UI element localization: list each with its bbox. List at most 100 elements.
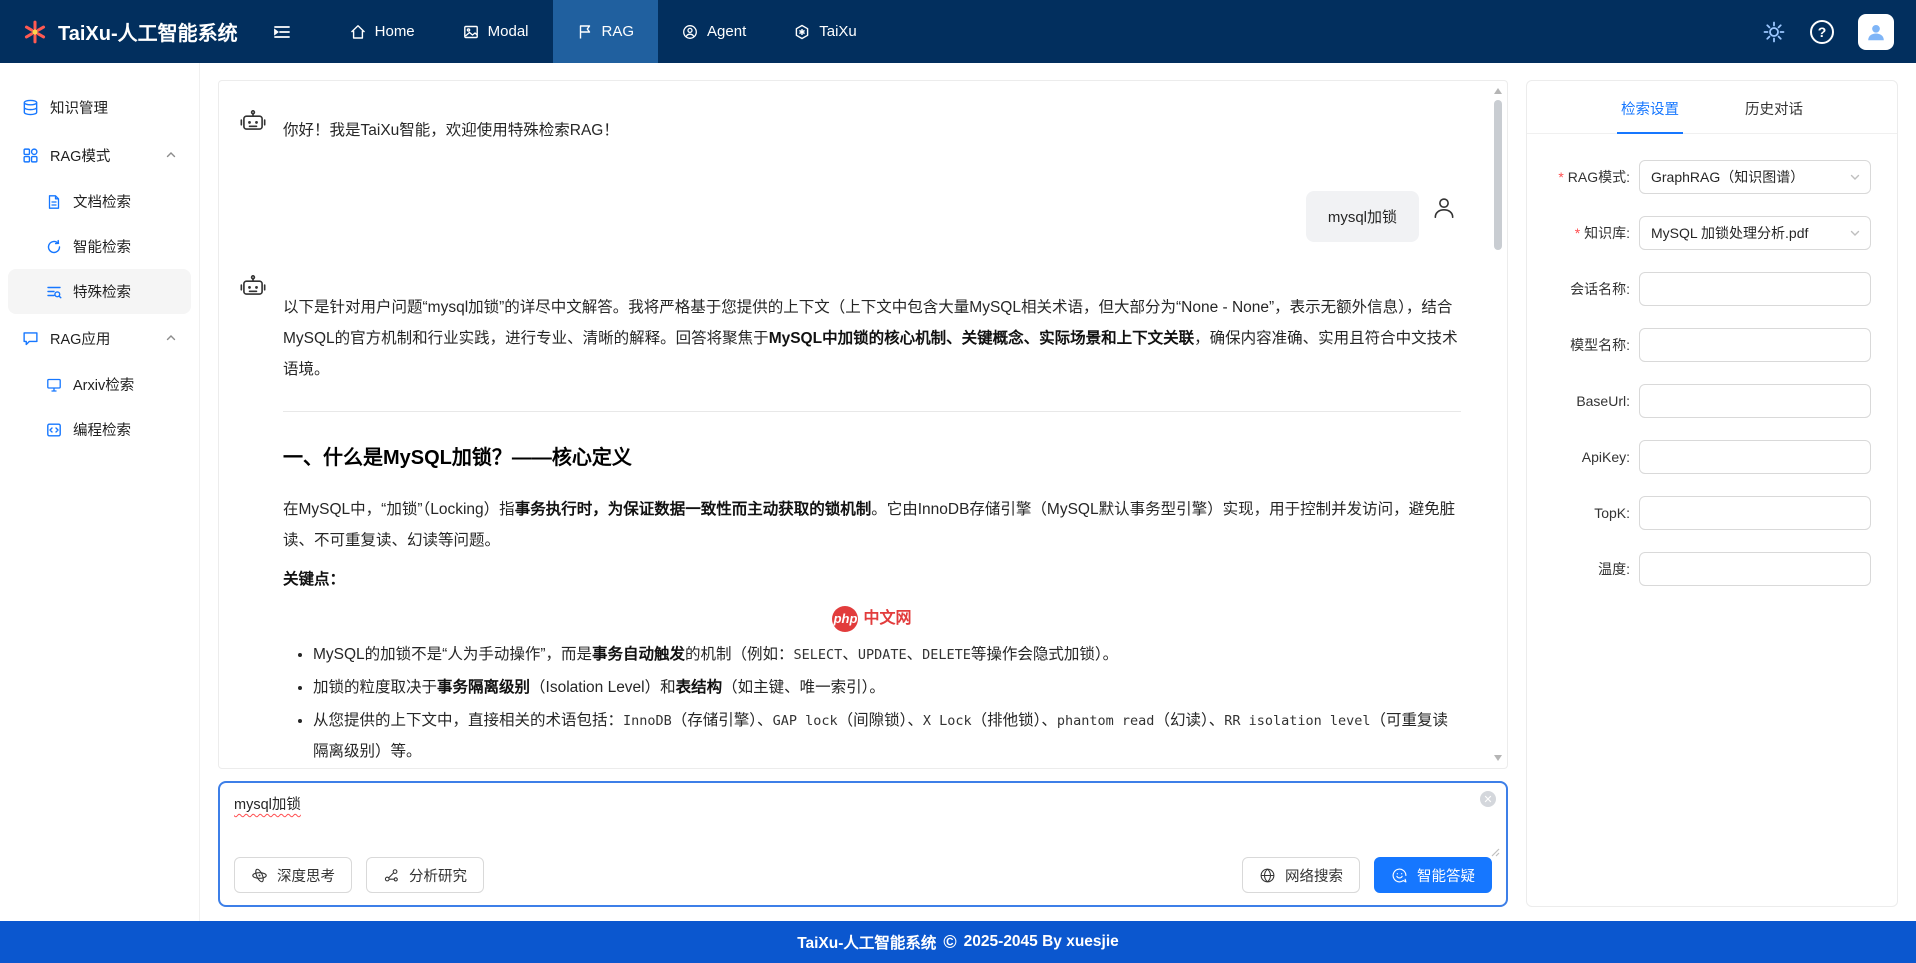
bot-answer-markdown: 以下是针对用户问题“mysql加锁”的详尽中文解答。我将严格基于您提供的上下文（…	[283, 272, 1461, 769]
knowledge-base-select[interactable]: MySQL 加锁处理分析.pdf	[1639, 216, 1871, 250]
web-search-button[interactable]: 网络搜索	[1242, 857, 1360, 893]
analyze-research-label: 分析研究	[409, 865, 467, 886]
smart-answer-button[interactable]: 智能答疑	[1374, 857, 1492, 893]
robot-avatar-icon	[239, 272, 269, 769]
chat-input-container: mysql加锁 ✕ 深度思考 分析研究	[218, 781, 1508, 907]
form-row-model-name: 模型名称:	[1527, 328, 1871, 362]
sidebar-item-knowledge[interactable]: 知识管理	[8, 83, 191, 131]
scroll-up-arrow[interactable]	[1494, 88, 1502, 94]
user-avatar[interactable]	[1858, 14, 1894, 50]
nav-item-label: TaiXu	[819, 23, 857, 40]
temperature-label: 温度:	[1527, 559, 1639, 579]
app-logo[interactable]: TaiXu-人工智能系统	[22, 17, 238, 46]
chat-smile-icon	[1391, 867, 1408, 884]
form-row-session-name: 会话名称:	[1527, 272, 1871, 306]
list-search-icon	[46, 284, 62, 300]
model-name-label: 模型名称:	[1527, 335, 1639, 355]
nav-item-agent[interactable]: Agent	[658, 0, 770, 63]
sidebar-item-label: 智能检索	[73, 236, 131, 257]
nav-item-label: Agent	[707, 23, 746, 40]
rag-mode-label: RAG模式:	[1527, 167, 1639, 187]
nav-item-modal[interactable]: Modal	[439, 0, 553, 63]
model-name-input[interactable]	[1639, 328, 1871, 362]
chevron-down-icon	[1849, 171, 1861, 183]
chat-input[interactable]: mysql加锁	[234, 793, 1492, 849]
sidebar-group-rag-mode[interactable]: RAG模式	[8, 131, 191, 179]
sidebar-group-label: RAG模式	[50, 145, 110, 166]
copyright-icon: ©	[943, 932, 956, 953]
answer-keypoint-label: 关键点：	[283, 564, 1461, 595]
form-row-knowledge-base: 知识库: MySQL 加锁处理分析.pdf	[1527, 216, 1871, 250]
rag-mode-value: GraphRAG（知识图谱）	[1651, 167, 1804, 187]
analyze-research-button[interactable]: 分析研究	[366, 857, 484, 893]
content-area: 知识管理 RAG模式 文档检索 智能检索	[0, 63, 1916, 921]
code-icon	[46, 422, 62, 438]
rag-mode-select[interactable]: GraphRAG（知识图谱）	[1639, 160, 1871, 194]
answer-bullet-list: MySQL的加锁不是“人为手动操作”，而是事务自动触发的机制（例如：SELECT…	[313, 639, 1461, 767]
tab-retrieval-settings[interactable]: 检索设置	[1617, 81, 1683, 133]
footer-brand: TaiXu-人工智能系统	[797, 931, 936, 953]
logo-flower-icon	[22, 19, 48, 45]
answer-intro: 以下是针对用户问题“mysql加锁”的详尽中文解答。我将严格基于您提供的上下文（…	[283, 292, 1461, 385]
nav-item-taixu[interactable]: TaiXu	[770, 0, 881, 63]
resize-handle-icon[interactable]	[1490, 847, 1500, 857]
chat-main: 你好！我是TaiXu智能，欢迎使用特殊检索RAG！ mysql加锁 以下是针对用…	[200, 63, 1526, 921]
sidebar-item-label: Arxiv检索	[73, 374, 134, 395]
temperature-input[interactable]	[1639, 552, 1871, 586]
chat-bubble-icon	[22, 330, 39, 347]
robot-avatar-icon	[239, 107, 269, 143]
sidebar-item-arxiv-search[interactable]: Arxiv检索	[8, 362, 191, 407]
bot-greeting-text: 你好！我是TaiXu智能，欢迎使用特殊检索RAG！	[283, 107, 1461, 143]
chevron-up-icon	[165, 149, 177, 161]
user-message: mysql加锁	[239, 191, 1461, 242]
sidebar-toggle-icon[interactable]	[272, 22, 292, 42]
form-row-rag-mode: RAG模式: GraphRAG（知识图谱）	[1527, 160, 1871, 194]
globe-icon	[1259, 867, 1276, 884]
bullet-item: 从您提供的上下文中，直接相关的术语包括：InnoDB（存储引擎）、GAP loc…	[313, 705, 1461, 767]
database-icon	[22, 99, 39, 116]
sidebar-item-special-search[interactable]: 特殊检索	[8, 269, 191, 314]
app-title: TaiXu-人工智能系统	[58, 17, 238, 46]
scrollbar-thumb[interactable]	[1494, 100, 1502, 250]
atom-icon	[251, 867, 268, 884]
form-row-apikey: ApiKey:	[1527, 440, 1871, 474]
sidebar-group-rag-app[interactable]: RAG应用	[8, 314, 191, 362]
sidebar-item-smart-search[interactable]: 智能检索	[8, 224, 191, 269]
knowledge-base-value: MySQL 加锁处理分析.pdf	[1651, 223, 1808, 243]
help-icon[interactable]: ?	[1810, 20, 1834, 44]
flag-icon	[577, 24, 593, 40]
scroll-down-arrow[interactable]	[1494, 755, 1502, 761]
session-name-input[interactable]	[1639, 272, 1871, 306]
retrieval-settings-panel: 检索设置 历史对话 RAG模式: GraphRAG（知识图谱） 知识库: MyS…	[1526, 80, 1898, 907]
input-action-bar: 深度思考 分析研究 网络搜索	[234, 857, 1492, 893]
bot-message-greeting: 你好！我是TaiXu智能，欢迎使用特殊检索RAG！	[239, 107, 1461, 143]
sidebar-item-doc-search[interactable]: 文档检索	[8, 179, 191, 224]
hexagon-icon	[794, 24, 810, 40]
sidebar-item-code-search[interactable]: 编程检索	[8, 407, 191, 452]
chat-scrollbar[interactable]	[1492, 84, 1504, 765]
answer-paragraph-1: 在MySQL中，“加锁”（Locking）指事务执行时，为保证数据一致性而主动获…	[283, 494, 1461, 556]
nav-item-label: Home	[375, 23, 415, 40]
php-logo-text: 中文网	[863, 603, 911, 635]
topk-input[interactable]	[1639, 496, 1871, 530]
apikey-input[interactable]	[1639, 440, 1871, 474]
web-search-label: 网络搜索	[1285, 865, 1343, 886]
nav-item-rag[interactable]: RAG	[553, 0, 659, 63]
nav-item-home[interactable]: Home	[326, 0, 439, 63]
sidebar-group-label: RAG应用	[50, 328, 110, 349]
smart-answer-label: 智能答疑	[1417, 865, 1475, 886]
nav-item-label: RAG	[602, 23, 635, 40]
bullet-item: 加锁的粒度取决于事务隔离级别（Isolation Level）和表结构（如主键、…	[313, 672, 1461, 703]
footer-text: 2025-2045 By xuesjie	[964, 933, 1119, 951]
baseurl-input[interactable]	[1639, 384, 1871, 418]
tab-history-chat[interactable]: 历史对话	[1741, 81, 1807, 133]
clear-input-icon[interactable]: ✕	[1480, 791, 1496, 807]
chat-history-card: 你好！我是TaiXu智能，欢迎使用特殊检索RAG！ mysql加锁 以下是针对用…	[218, 80, 1508, 769]
answer-heading-1: 一、什么是MySQL加锁？——核心定义	[283, 438, 1461, 478]
settings-gear-icon[interactable]	[1762, 20, 1786, 44]
home-icon	[350, 24, 366, 40]
nav-item-label: Modal	[488, 23, 529, 40]
deep-think-button[interactable]: 深度思考	[234, 857, 352, 893]
settings-form: RAG模式: GraphRAG（知识图谱） 知识库: MySQL 加锁处理分析.…	[1527, 134, 1897, 586]
topk-label: TopK:	[1527, 505, 1639, 521]
